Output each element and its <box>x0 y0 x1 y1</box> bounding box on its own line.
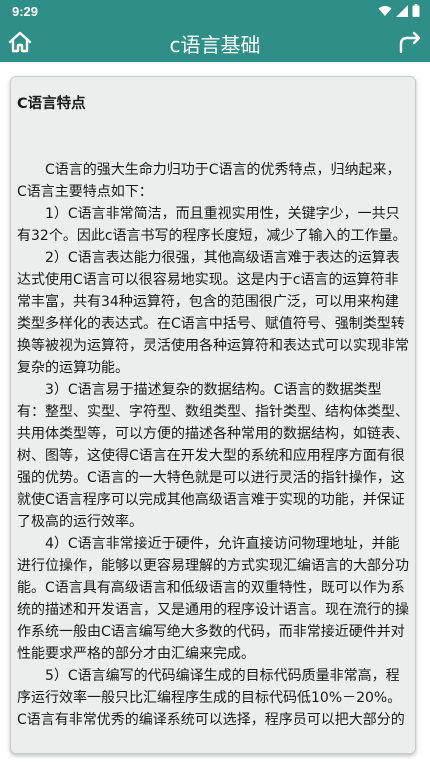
article-paragraph: C语言的强大生命力归功于C语言的优秀特点，归纳起来，C语言主要特点如下： <box>17 162 401 200</box>
article-card[interactable]: C语言特点 C语言的强大生命力归功于C语言的优秀特点，归纳起来，C语言主要特点如… <box>10 76 416 754</box>
article-paragraph: 4）C语言非常接近于硬件，允许直接访问物理地址，并能进行位操作，能够以更容易理解… <box>17 536 409 662</box>
article-paragraph: 3）C语言易于描述复杂的数据结构。C语言的数据类型有：整型、实型、字符型、数组类… <box>17 382 409 530</box>
share-button[interactable] <box>396 28 424 56</box>
status-bar: 9:29 <box>0 0 430 22</box>
article-heading: C语言特点 <box>17 96 86 112</box>
share-icon <box>399 31 421 54</box>
scroll-fade <box>11 731 415 753</box>
wifi-icon <box>378 5 392 16</box>
app-bar: c语言基础 <box>0 22 430 62</box>
article-body: C语言特点 C语言的强大生命力归功于C语言的优秀特点，归纳起来，C语言主要特点如… <box>17 77 409 731</box>
article-paragraph: 5）C语言编写的代码编译生成的目标代码质量非常高，程序运行效率一般只比汇编程序生… <box>17 668 405 728</box>
status-icons <box>378 4 420 17</box>
status-time: 9:29 <box>12 4 39 19</box>
article-paragraph: 2）C语言表达能力很强，其他高级语言难于表达的运算表达式使用C语言可以很容易地实… <box>17 250 409 376</box>
signal-icon <box>396 4 408 17</box>
article-paragraph: 1）C语言非常简洁，而且重视实用性，关键字少，一共只有32个。因此c语言书写的程… <box>17 206 407 244</box>
page-title: c语言基础 <box>169 33 261 57</box>
content-area: C语言特点 C语言的强大生命力归功于C语言的优秀特点，归纳起来，C语言主要特点如… <box>0 62 430 764</box>
battery-icon <box>412 4 420 17</box>
